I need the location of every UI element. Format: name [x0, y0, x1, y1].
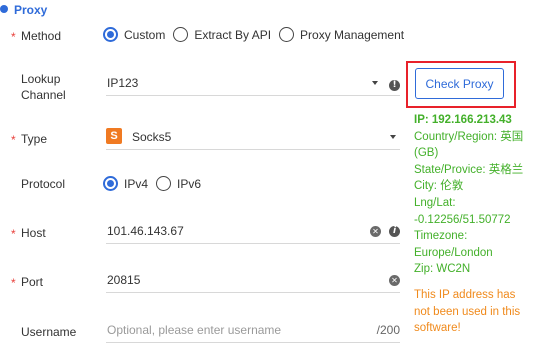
port-input[interactable]: 20815: [106, 269, 400, 293]
protocol-option-ipv4[interactable]: IPv4: [103, 176, 148, 191]
required-mark-method: *: [11, 30, 16, 44]
clear-icon[interactable]: ✕: [389, 275, 400, 286]
host-value: 101.46.143.67: [107, 224, 184, 238]
lookup-channel-value: IP123: [107, 76, 139, 90]
username-input[interactable]: Optional, please enter username /200: [106, 319, 400, 343]
username-placeholder: Optional, please enter username: [107, 323, 282, 337]
section-title-text: Proxy: [14, 3, 48, 17]
radio-custom[interactable]: [103, 27, 118, 42]
method-option-extract-by-api[interactable]: Extract By API: [173, 27, 271, 42]
method-option-custom[interactable]: Custom: [103, 27, 165, 42]
required-mark-host: *: [11, 227, 16, 241]
method-option-custom-label: Custom: [124, 27, 166, 42]
chevron-down-icon[interactable]: [372, 81, 378, 85]
result-line: -0.12256/51.50772: [414, 213, 511, 226]
protocol-option-ipv6-label: IPv6: [177, 176, 202, 191]
warning-line: software!: [414, 322, 461, 335]
method-option-proxy-management-label: Proxy Management: [300, 27, 405, 42]
required-mark-type: *: [11, 133, 16, 147]
result-line: Timezone:: [414, 230, 468, 243]
warning-line: This IP address has: [414, 289, 516, 301]
host-input[interactable]: 101.46.143.67: [106, 220, 400, 244]
info-icon[interactable]: !: [389, 80, 400, 91]
info-icon[interactable]: i: [389, 226, 400, 237]
radio-proxy-management[interactable]: [279, 27, 295, 42]
type-label: Type: [21, 132, 48, 146]
type-value: Socks5: [132, 130, 172, 144]
result-line: State/Provice: 英格兰: [414, 163, 524, 176]
port-value: 20815: [107, 273, 141, 287]
protocol-option-ipv6[interactable]: IPv6: [156, 176, 201, 191]
method-option-proxy-management[interactable]: Proxy Management: [279, 27, 404, 42]
result-line: Country/Region: 英国: [414, 130, 524, 143]
lookup-channel-label-line2: Channel: [21, 88, 66, 102]
radio-ipv6[interactable]: [156, 176, 172, 191]
proxy-check-result: IP: 192.166.213.43 Country/Region: 英国 (G…: [414, 112, 549, 278]
section-title: Proxy: [0, 3, 47, 17]
result-line: Zip: WC2N: [414, 263, 471, 276]
result-ip: IP: 192.166.213.43: [414, 114, 512, 126]
protocol-radio-group: IPv4 IPv6: [103, 176, 209, 191]
check-proxy-button[interactable]: Check Proxy: [415, 68, 504, 99]
result-line: Europe/London: [414, 246, 493, 259]
result-line: Lng/Lat:: [414, 196, 456, 209]
protocol-label: Protocol: [21, 177, 66, 191]
type-select[interactable]: S Socks5: [106, 126, 400, 150]
port-label: Port: [21, 275, 44, 289]
protocol-option-ipv4-label: IPv4: [124, 176, 149, 191]
required-mark-port: *: [11, 276, 16, 290]
radio-ipv4[interactable]: [103, 176, 118, 191]
clear-icon[interactable]: ✕: [370, 226, 381, 237]
result-line: (GB): [414, 147, 439, 160]
chevron-down-icon[interactable]: [390, 135, 396, 139]
ip-usage-warning: This IP address has not been used in thi…: [414, 287, 546, 337]
radio-extract-by-api[interactable]: [173, 27, 189, 42]
warning-line: not been used in this: [414, 305, 521, 318]
socks5-badge-icon: S: [106, 128, 122, 144]
proxy-settings-panel: Proxy * Method Custom Extract By API Pro…: [0, 0, 554, 349]
method-label: Method: [21, 29, 62, 43]
lookup-channel-label-line1: Lookup: [21, 72, 61, 86]
host-label: Host: [21, 226, 46, 240]
lookup-channel-select[interactable]: IP123: [106, 72, 400, 96]
username-label: Username: [21, 325, 77, 339]
method-radio-group: Custom Extract By API Proxy Management: [103, 27, 412, 42]
section-dot-icon: [0, 5, 8, 13]
username-char-counter: /200: [376, 323, 400, 337]
result-line: City: 伦敦: [414, 180, 464, 193]
method-option-extract-label: Extract By API: [194, 27, 272, 42]
